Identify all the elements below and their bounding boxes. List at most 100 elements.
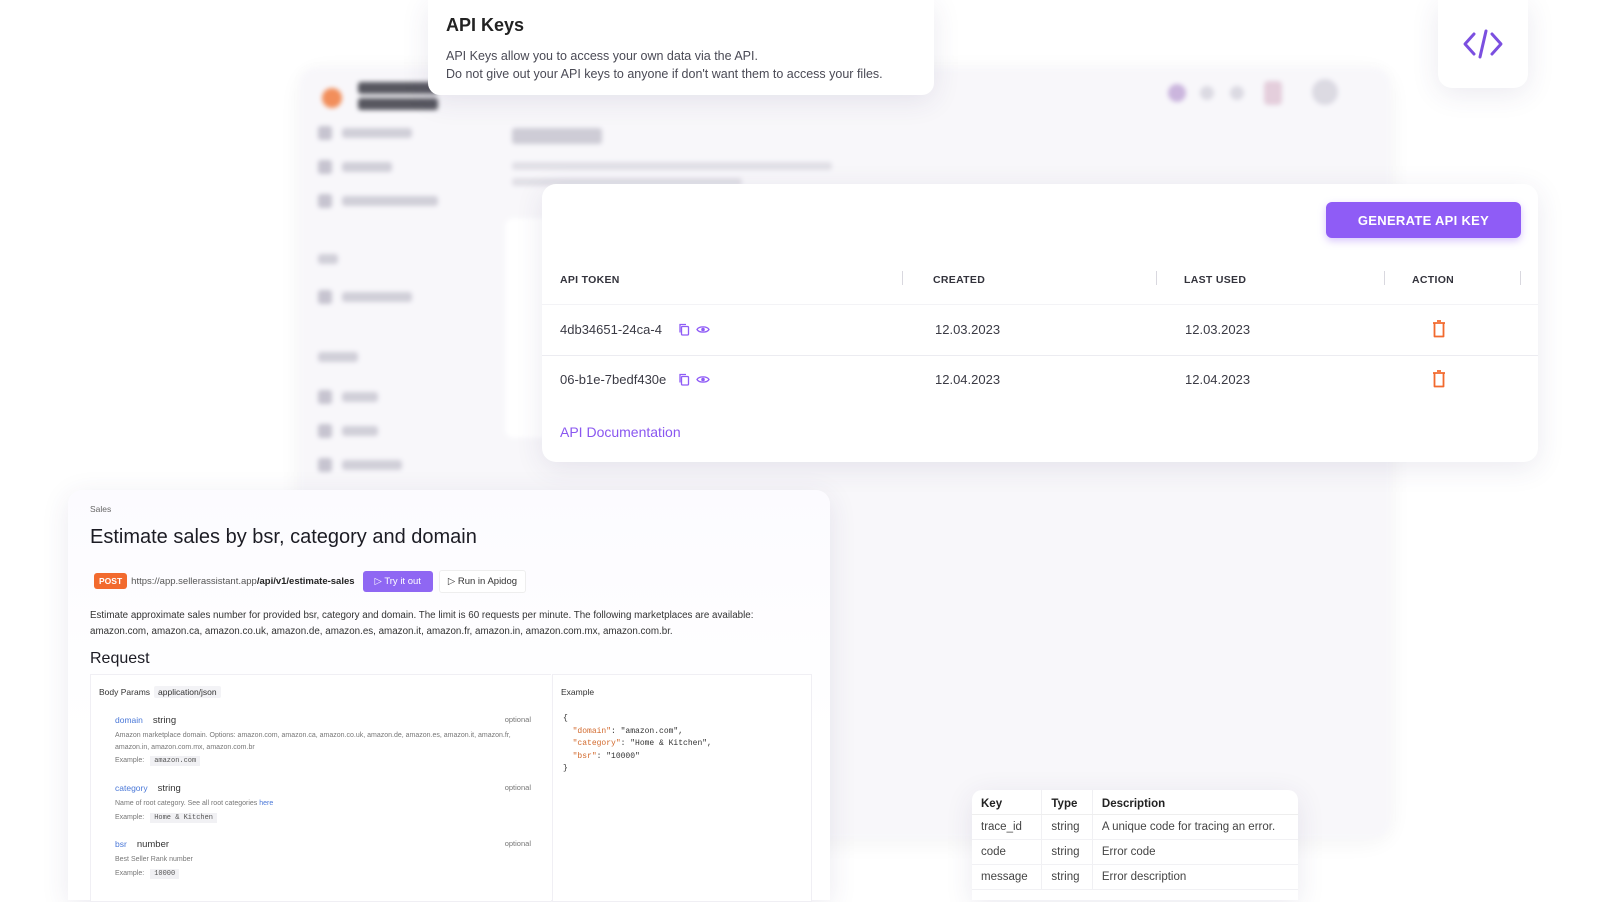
- param-example: Example: Home & Kitchen: [115, 812, 531, 823]
- json-brace: }: [563, 764, 568, 773]
- param-optional: optional: [504, 715, 531, 724]
- field-type: string: [1041, 839, 1093, 865]
- url-base: https://app.sellerassistant.app: [131, 575, 257, 587]
- example-label: Example:: [115, 813, 145, 821]
- column-header-created: CREATED: [933, 274, 986, 286]
- endpoint-url-bar: POST https://app.sellerassistant.app/api…: [94, 569, 527, 593]
- generate-api-key-button[interactable]: GENERATE API KEY: [1326, 202, 1521, 238]
- param-bsr: bsr number optional Best Seller Rank numb…: [115, 839, 531, 879]
- app-logo-icon: [322, 88, 342, 108]
- sidebar-icon: [318, 194, 332, 208]
- column-divider: [1520, 271, 1521, 285]
- breadcrumb: Sales: [90, 504, 112, 514]
- url-path: /api/v1/estimate-sales: [256, 575, 355, 587]
- table-row: message string Error description: [972, 864, 1298, 890]
- toolbar-icon: [1230, 86, 1244, 100]
- column-header-action: ACTION: [1412, 274, 1455, 286]
- json-example: { "domain": "amazon.com", "category": "H…: [563, 713, 712, 776]
- sidebar-icon: [318, 126, 332, 140]
- field-key: trace_id: [972, 814, 1042, 840]
- param-name: category: [115, 783, 148, 793]
- api-documentation-link[interactable]: API Documentation: [560, 424, 681, 440]
- json-value: : "Home & Kitchen",: [620, 739, 712, 748]
- code-badge: [1438, 0, 1528, 88]
- column-header-last-used: LAST USED: [1184, 274, 1247, 286]
- api-token-value: 06-b1e-7bedf430e: [560, 372, 667, 387]
- avatar: [1312, 79, 1338, 105]
- api-keys-card: GENERATE API KEY API TOKEN CREATED LAST …: [542, 184, 1538, 462]
- api-docs-card: Sales Estimate sales by bsr, category an…: [68, 490, 830, 902]
- sidebar-section: [318, 254, 338, 264]
- json-value: : "10000": [596, 751, 640, 761]
- app-logo-text-blurred: [358, 82, 438, 94]
- body-params-panel: Body Params application/json domain string…: [90, 674, 551, 902]
- param-description: Best Seller Rank number: [115, 856, 193, 863]
- json-value: : "amazon.com",: [611, 726, 684, 736]
- example-label: Example:: [115, 869, 145, 877]
- table-row: 4db34651-24ca-4 12.03.2023 12.03.2023: [542, 304, 1538, 356]
- info-title: API Keys: [446, 15, 525, 35]
- example-value: 10000: [150, 868, 180, 879]
- param-type: string: [152, 715, 177, 726]
- json-key: "bsr": [572, 751, 597, 761]
- param-example: Example: amazon.com: [115, 756, 531, 766]
- trash-icon[interactable]: [1432, 320, 1446, 338]
- table-row: 06-b1e-7bedf430e 12.04.2023 12.04.2023: [542, 355, 1538, 405]
- example-value: Home & Kitchen: [150, 812, 217, 823]
- method-badge: POST: [94, 573, 128, 589]
- sidebar-icon: [318, 390, 332, 404]
- header-key: Key: [972, 790, 1042, 815]
- error-fields-table: Key Type Description trace_id string A u…: [972, 790, 1298, 900]
- last-used-date: 12.03.2023: [1185, 322, 1251, 337]
- sidebar-item: [342, 460, 402, 470]
- param-type: string: [157, 783, 181, 794]
- param-name: domain: [115, 715, 143, 725]
- param-domain: domain string optional Amazon marketplace…: [115, 715, 531, 766]
- body-params-label: Body Params: [99, 687, 151, 697]
- eye-icon[interactable]: [696, 324, 710, 335]
- sidebar-icon: [318, 458, 332, 472]
- run-in-apidog-button[interactable]: ▷ Run in Apidog: [438, 569, 527, 593]
- param-example: Example: 10000: [115, 868, 531, 879]
- code-brackets-icon: [1463, 29, 1503, 59]
- field-type: string: [1041, 864, 1093, 890]
- field-description: A unique code for tracing an error.: [1091, 814, 1298, 840]
- root-categories-link[interactable]: here: [259, 800, 273, 807]
- toolbar-icon: [1264, 81, 1282, 105]
- example-value: amazon.com: [150, 756, 201, 766]
- table-row: trace_id string A unique code for tracin…: [972, 814, 1298, 840]
- trash-icon[interactable]: [1432, 370, 1446, 388]
- param-description: Name of root category. See all root cate…: [115, 798, 531, 810]
- sidebar-item: [342, 426, 378, 436]
- copy-icon[interactable]: [678, 373, 690, 386]
- table-header-row: Key Type Description: [972, 790, 1298, 815]
- created-date: 12.03.2023: [935, 322, 1001, 337]
- example-header: Example: [561, 687, 595, 697]
- param-name: bsr: [115, 839, 127, 849]
- toolbar-icon: [1200, 86, 1214, 100]
- json-brace: {: [563, 714, 568, 723]
- last-used-date: 12.04.2023: [1185, 372, 1251, 387]
- content-type-badge: application/json: [154, 686, 221, 698]
- field-key: code: [972, 839, 1042, 865]
- field-description: Error code: [1091, 839, 1298, 865]
- info-description: API Keys allow you to access your own da…: [446, 47, 883, 83]
- column-divider: [1156, 271, 1157, 285]
- field-key: message: [972, 864, 1042, 890]
- sidebar-icon: [318, 424, 332, 438]
- field-description: Error description: [1091, 864, 1298, 890]
- example-label: Example:: [115, 757, 145, 764]
- param-description: Amazon marketplace domain. Options: amaz…: [115, 732, 511, 751]
- api-token-value: 4db34651-24ca-4: [560, 322, 662, 337]
- param-optional: optional: [504, 839, 531, 848]
- endpoint-url: https://app.sellerassistant.app/api/v1/e…: [131, 576, 354, 587]
- example-panel: Example { "domain": "amazon.com", "categ…: [552, 674, 812, 902]
- body-params-header: Body Params application/json: [99, 686, 221, 698]
- created-date: 12.04.2023: [935, 372, 1001, 387]
- sidebar-item: [342, 292, 412, 302]
- copy-icon[interactable]: [678, 323, 690, 336]
- sidebar-icon: [318, 160, 332, 174]
- column-header-api-token: API TOKEN: [560, 274, 620, 286]
- try-it-out-button[interactable]: ▷ Try it out: [362, 570, 433, 592]
- eye-icon[interactable]: [696, 374, 710, 385]
